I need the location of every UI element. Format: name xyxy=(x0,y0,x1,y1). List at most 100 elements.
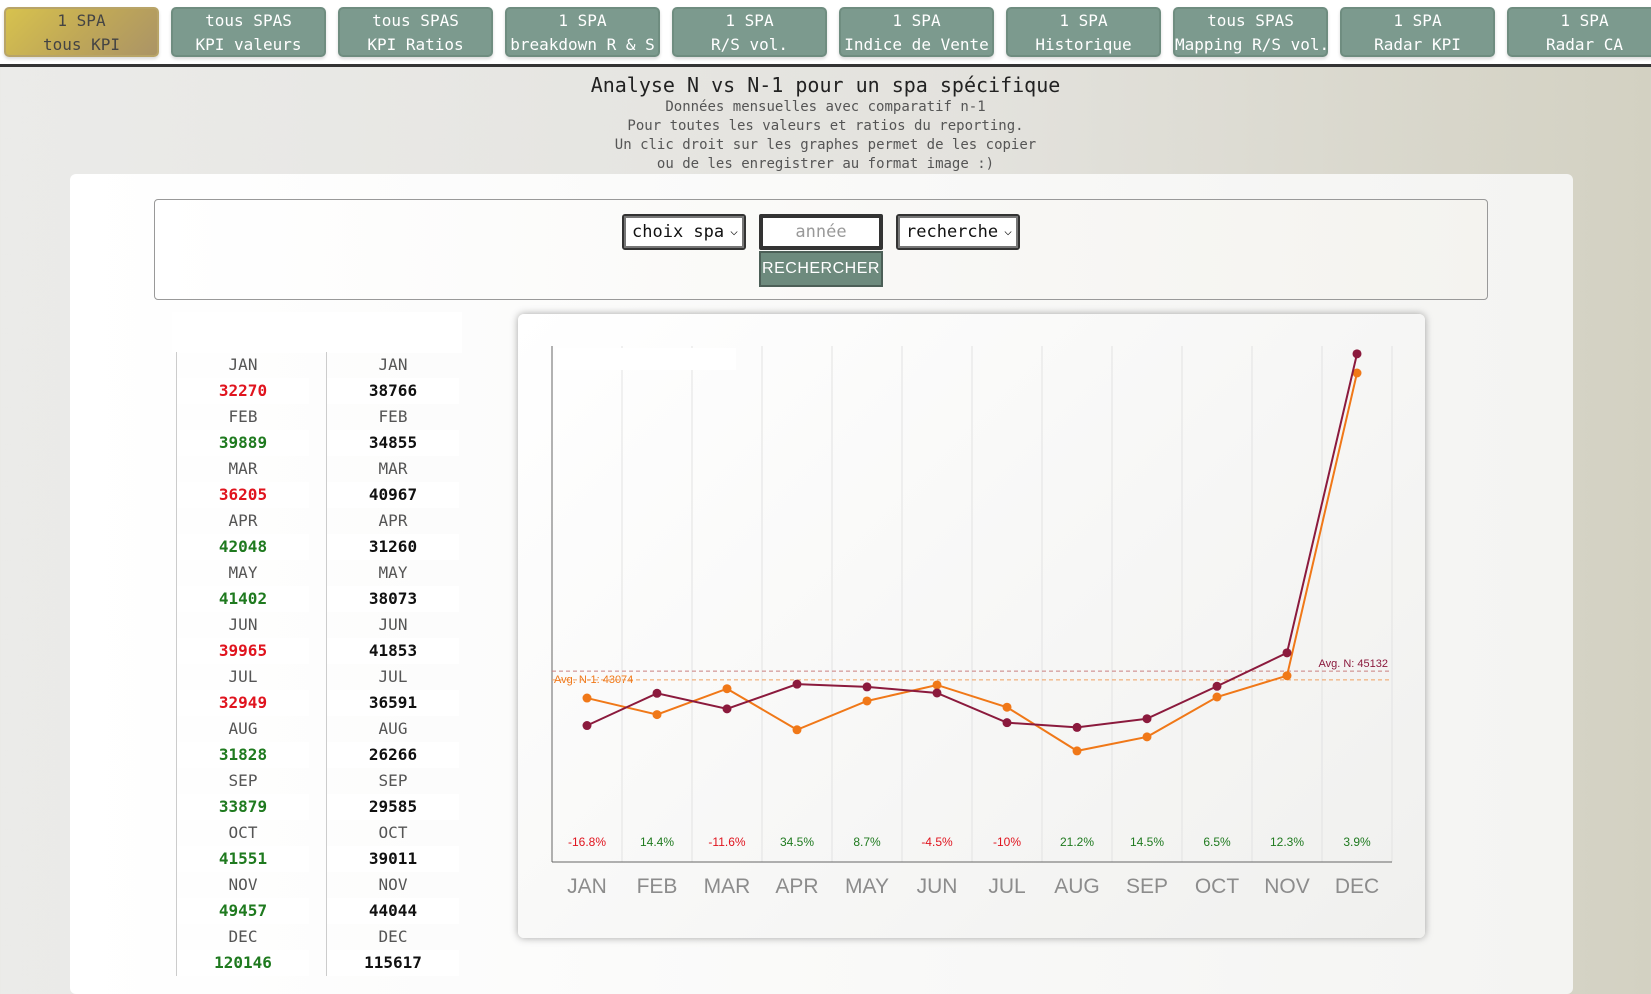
table-value: 42048 xyxy=(176,534,309,560)
table-value: 26266 xyxy=(326,742,459,768)
page-subtitle-2: Pour toutes les valeurs et ratios du rep… xyxy=(627,118,1024,134)
nav-button-8[interactable]: tous SPAS Mapping R/S vol. xyxy=(1173,7,1328,57)
table-month-label: JUN xyxy=(326,612,459,638)
nav-button-line2: Historique xyxy=(1035,35,1132,54)
nav-button-line2: KPI Ratios xyxy=(367,35,464,54)
year-input[interactable]: année xyxy=(759,214,883,250)
nav-button-10[interactable]: 1 SPA Radar CA xyxy=(1507,7,1651,57)
page-subtitle-3: Un clic droit sur les graphes permet de … xyxy=(614,137,1037,153)
chart-title-box xyxy=(556,348,736,370)
page-subtitle-1: Données mensuelles avec comparatif n-1 xyxy=(665,99,986,115)
series-n1-point xyxy=(1002,702,1012,712)
table-month-label: MAR xyxy=(326,456,459,482)
nav-button-1[interactable]: 1 SPA tous KPI xyxy=(4,7,159,57)
table-month-label: SEP xyxy=(176,768,309,794)
x-tick-label: SEP xyxy=(1126,875,1168,898)
table-value: 32270 xyxy=(176,378,309,404)
pct-change-label: 14.4% xyxy=(640,835,674,849)
table-value: 38073 xyxy=(326,586,459,612)
nav-button-2[interactable]: tous SPAS KPI valeurs xyxy=(171,7,326,57)
x-tick-label: FEB xyxy=(637,875,678,898)
series-n1-point xyxy=(1072,746,1082,756)
x-tick-label: AUG xyxy=(1054,875,1100,898)
table-month-label: JAN xyxy=(176,352,309,378)
x-tick-label: JUL xyxy=(988,875,1025,898)
table-value: 38766 xyxy=(326,378,459,404)
table-month-label: FEB xyxy=(326,404,459,430)
pct-change-label: -11.6% xyxy=(708,835,745,849)
nav-button-line2: R/S vol. xyxy=(710,35,789,54)
series-n-point xyxy=(862,682,872,692)
nav-button-line2: breakdown R & S xyxy=(510,35,655,54)
chevron-down-icon: ⌵ xyxy=(1004,224,1012,239)
page-subtitle-4: ou de les enregistrer au format image :) xyxy=(656,156,995,172)
series-n-point xyxy=(1072,722,1082,732)
table-value: 41551 xyxy=(176,846,309,872)
spa-select[interactable]: choix spa ⌵ xyxy=(622,214,746,250)
table-month-label: MAY xyxy=(326,560,459,586)
nav-button-9[interactable]: 1 SPA Radar KPI xyxy=(1340,7,1495,57)
pct-change-label: 8.7% xyxy=(853,835,881,849)
series-n1-point xyxy=(1282,671,1292,681)
table-value: 36205 xyxy=(176,482,309,508)
series-n-point xyxy=(582,721,592,731)
nav-button-line2: Indice de Vente xyxy=(844,35,989,54)
table-month-label: JUN xyxy=(176,612,309,638)
table-header-blank xyxy=(172,312,462,353)
series-n-point xyxy=(1212,681,1222,691)
nav-button-line1: 1 SPA xyxy=(57,11,106,30)
search-type-select[interactable]: recherche ⌵ xyxy=(896,214,1020,250)
nav-button-line2: Radar KPI xyxy=(1374,35,1461,54)
table-value: 33879 xyxy=(176,794,309,820)
x-tick-label: DEC xyxy=(1335,875,1379,898)
table-month-label: DEC xyxy=(176,924,309,950)
x-tick-label: JAN xyxy=(567,875,607,898)
series-n-point xyxy=(1002,718,1012,728)
table-month-label: AUG xyxy=(176,716,309,742)
series-n1-point xyxy=(582,693,592,703)
table-month-label: OCT xyxy=(326,820,459,846)
nav-button-5[interactable]: 1 SPA R/S vol. xyxy=(672,7,827,57)
pct-change-label: -16.8% xyxy=(568,835,606,849)
series-n-point xyxy=(1352,349,1362,359)
table-value: 32949 xyxy=(176,690,309,716)
chevron-down-icon: ⌵ xyxy=(730,224,738,239)
table-value: 39011 xyxy=(326,846,459,872)
x-tick-label: NOV xyxy=(1264,875,1310,898)
pct-change-label: 14.5% xyxy=(1130,835,1164,849)
table-value: 36591 xyxy=(326,690,459,716)
table-month-label: NOV xyxy=(176,872,309,898)
table-value: 44044 xyxy=(326,898,459,924)
series-n1-point xyxy=(722,684,732,694)
series-n1-point xyxy=(862,696,872,706)
table-value: 115617 xyxy=(326,950,459,976)
nav-button-3[interactable]: tous SPAS KPI Ratios xyxy=(338,7,493,57)
line-chart[interactable]: Avg. N: 45132 Avg. N-1: 43074 -16.8% 14.4% -… xyxy=(518,314,1425,938)
search-button[interactable]: RECHERCHER xyxy=(759,251,883,287)
series-n-point xyxy=(932,688,942,698)
series-n-point xyxy=(1282,648,1292,658)
nav-button-line1: 1 SPA xyxy=(1393,11,1442,30)
pct-change-label: 12.3% xyxy=(1270,835,1304,849)
nav-button-line2: tous KPI xyxy=(42,35,121,54)
table-month-label: DEC xyxy=(326,924,459,950)
table-value: 120146 xyxy=(176,950,309,976)
nav-button-7[interactable]: 1 SPA Historique xyxy=(1006,7,1161,57)
series-n-point xyxy=(792,679,802,689)
table-month-label: NOV xyxy=(326,872,459,898)
table-value: 49457 xyxy=(176,898,309,924)
table-value: 40967 xyxy=(326,482,459,508)
chart-card[interactable]: Avg. N: 45132 Avg. N-1: 43074 -16.8% 14.4% -… xyxy=(518,314,1425,938)
table-value: 31828 xyxy=(176,742,309,768)
x-tick-label: OCT xyxy=(1195,875,1240,898)
table-month-label: JAN xyxy=(326,352,459,378)
table-column-n1: JAN 38766 FEB 34855 MAR 40967 APR 31260 MAY 38073… xyxy=(326,352,459,976)
nav-button-6[interactable]: 1 SPA Indice de Vente xyxy=(839,7,994,57)
nav-button-line1: 1 SPA xyxy=(1059,11,1108,30)
spa-select-value: choix spa xyxy=(632,222,725,242)
series-n-point xyxy=(1142,714,1152,724)
table-month-label: MAR xyxy=(176,456,309,482)
avg-n-label: Avg. N: 45132 xyxy=(1318,658,1388,670)
x-tick-label: APR xyxy=(775,875,818,898)
nav-button-4[interactable]: 1 SPA breakdown R & S xyxy=(505,7,660,57)
